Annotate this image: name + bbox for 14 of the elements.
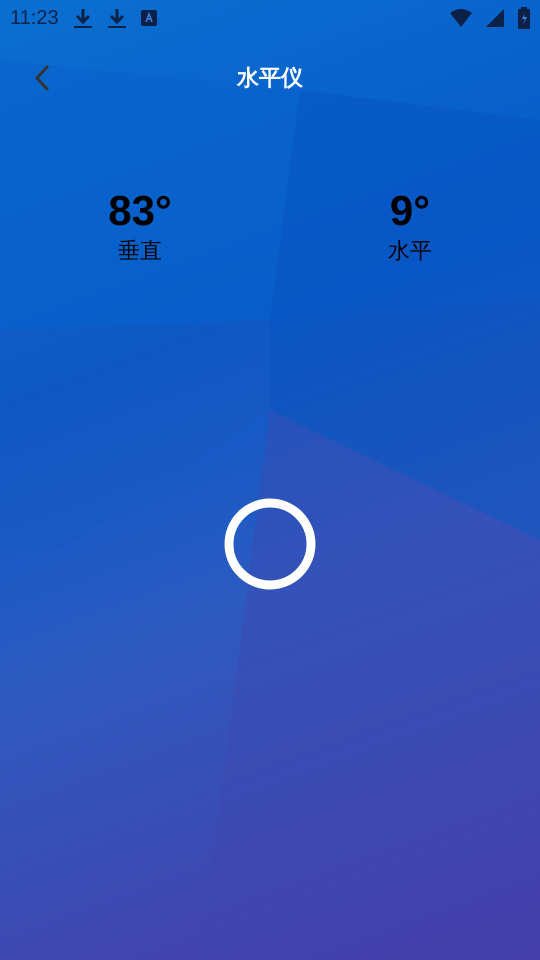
- back-icon: [35, 65, 49, 91]
- battery-icon: [518, 7, 530, 29]
- angle-value: 83°: [108, 188, 172, 234]
- download-icon: [106, 7, 127, 29]
- wifi-icon: [450, 9, 472, 27]
- signal-icon: [486, 9, 504, 27]
- page-title: 水平仪: [237, 65, 303, 93]
- keyboard-icon: [140, 10, 157, 26]
- angle-value: 9°: [390, 188, 430, 234]
- download-icon: [72, 7, 93, 29]
- angle-label: 水平: [388, 238, 432, 266]
- level-bubble-icon: [224, 498, 316, 590]
- status-time: 11:23: [10, 6, 59, 30]
- angle-label: 垂直: [118, 238, 162, 266]
